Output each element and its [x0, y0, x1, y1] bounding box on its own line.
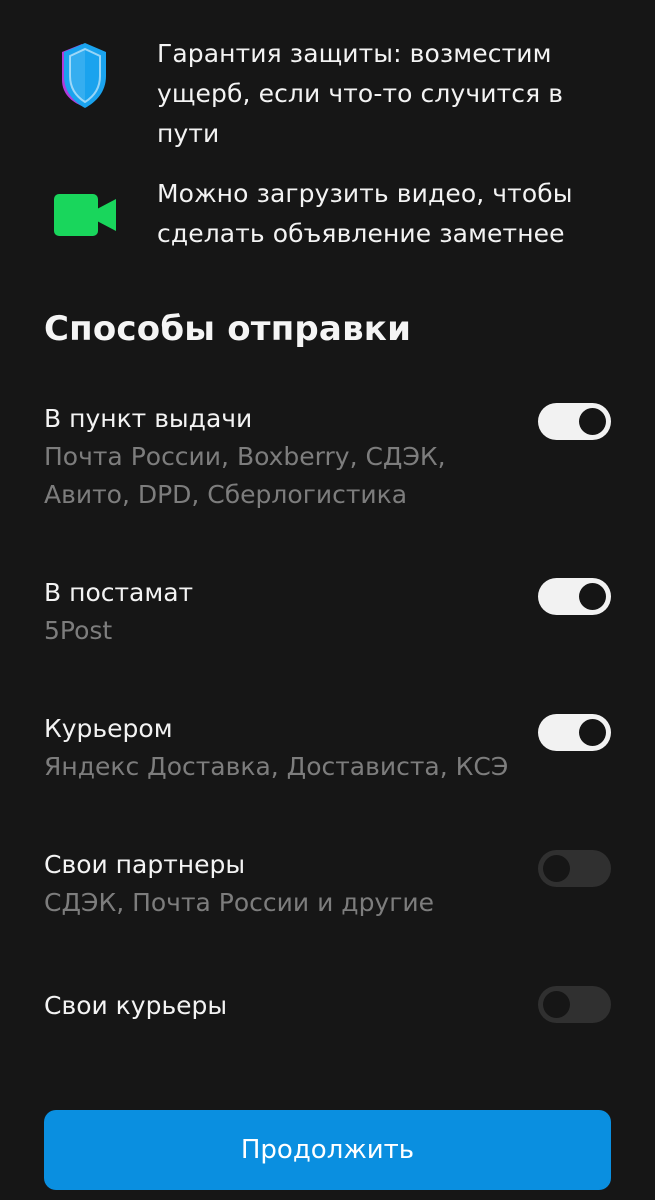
toggle-own-couriers[interactable]: [538, 986, 611, 1023]
toggle-parcel-locker[interactable]: [538, 578, 611, 615]
toggle-own-partners[interactable]: [538, 850, 611, 887]
option-subtitle: 5Post: [44, 616, 113, 645]
continue-button[interactable]: Продолжить: [44, 1110, 611, 1190]
delivery-option-own-partners[interactable]: Свои партнеры СДЭК, Почта России и други…: [44, 846, 614, 926]
delivery-option-courier[interactable]: Курьером Яндекс Доставка, Достависта, КС…: [44, 710, 614, 790]
option-title: Курьером: [44, 714, 173, 743]
option-title: Свои курьеры: [44, 991, 228, 1020]
toggle-knob: [543, 991, 570, 1018]
feature-text: Можно загрузить видео, чтобы сделать объ…: [157, 179, 573, 248]
option-title: В пункт выдачи: [44, 404, 253, 433]
toggle-knob: [579, 583, 606, 610]
feature-protection: Гарантия защиты: возместим ущерб, если ч…: [0, 34, 655, 154]
toggle-courier[interactable]: [538, 714, 611, 751]
section-title: Способы отправки: [44, 309, 412, 349]
option-subtitle: СДЭК, Почта России и другие: [44, 888, 434, 917]
toggle-pickup-point[interactable]: [538, 403, 611, 440]
option-subtitle: Почта России, Boxberry, СДЭК, Авито, DPD…: [44, 442, 446, 509]
shield-icon: [52, 40, 116, 114]
delivery-option-parcel-locker[interactable]: В постамат 5Post: [44, 574, 614, 654]
option-subtitle: Яндекс Доставка, Достависта, КСЭ: [44, 752, 509, 781]
cut-off-text-line: [156, 0, 496, 6]
delivery-option-own-couriers[interactable]: Свои курьеры: [44, 987, 614, 1027]
video-camera-icon: [54, 192, 118, 242]
toggle-knob: [579, 719, 606, 746]
toggle-knob: [543, 855, 570, 882]
option-title: Свои партнеры: [44, 850, 246, 879]
toggle-knob: [579, 408, 606, 435]
feature-text: Гарантия защиты: возместим ущерб, если ч…: [157, 39, 564, 148]
feature-video: Можно загрузить видео, чтобы сделать объ…: [0, 174, 655, 264]
option-title: В постамат: [44, 578, 194, 607]
delivery-option-pickup-point[interactable]: В пункт выдачи Почта России, Boxberry, С…: [44, 400, 614, 520]
